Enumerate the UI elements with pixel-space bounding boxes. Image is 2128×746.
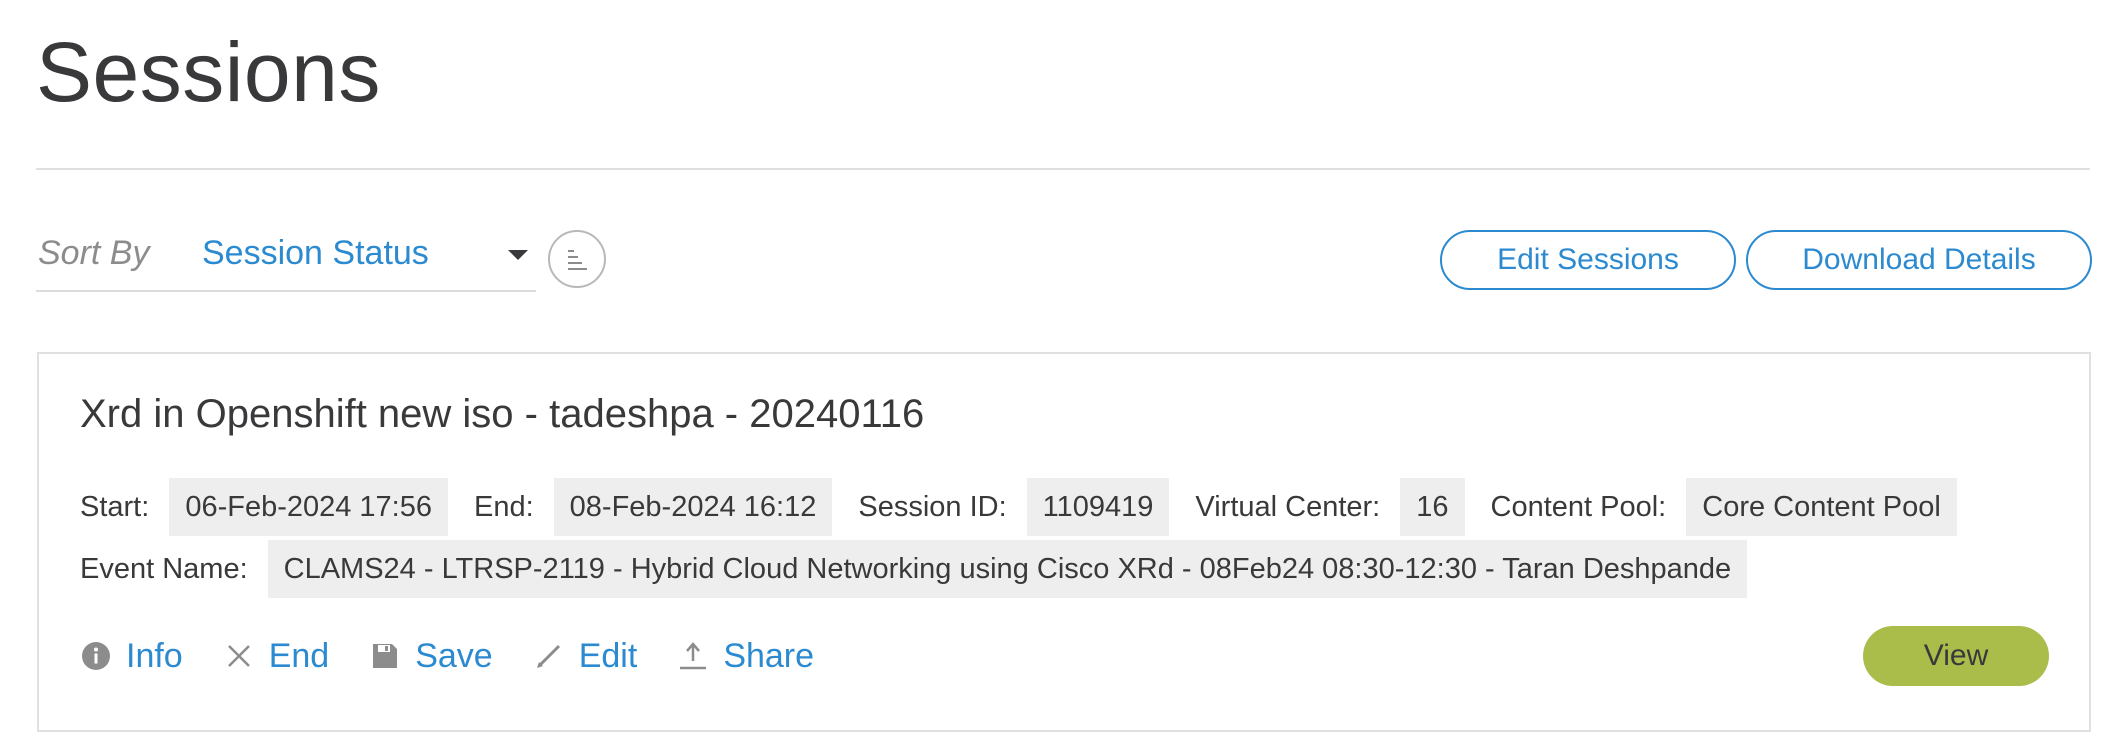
save-label: Save bbox=[415, 636, 493, 675]
sort-by-label: Sort By bbox=[38, 234, 150, 272]
share-label: Share bbox=[723, 636, 815, 675]
save-icon bbox=[369, 640, 401, 672]
sort-by-selected-value: Session Status bbox=[202, 234, 429, 272]
content-pool-label: Content Pool: bbox=[1490, 490, 1667, 523]
sessions-page: Sessions Sort By Session Status Edit Ses… bbox=[0, 0, 2128, 746]
info-label: Info bbox=[126, 636, 183, 675]
session-id-value: 1109419 bbox=[1026, 478, 1170, 536]
end-value: 08-Feb-2024 16:12 bbox=[553, 478, 833, 536]
session-actions: Info End Save Edit Share bbox=[80, 626, 854, 686]
sort-by-control: Sort By Session Status bbox=[36, 230, 536, 292]
event-name-row: Event Name: CLAMS24 - LTRSP-2119 - Hybri… bbox=[80, 540, 1773, 598]
edit-action[interactable]: Edit bbox=[533, 636, 638, 676]
save-action[interactable]: Save bbox=[369, 637, 493, 676]
event-name-label: Event Name: bbox=[80, 552, 248, 585]
edit-sessions-button[interactable]: Edit Sessions bbox=[1440, 230, 1736, 290]
info-action[interactable]: Info bbox=[80, 637, 183, 676]
edit-label: Edit bbox=[578, 636, 638, 675]
start-label: Start: bbox=[80, 490, 150, 523]
start-value: 06-Feb-2024 17:56 bbox=[169, 478, 448, 536]
end-label: End: bbox=[474, 490, 534, 523]
share-action[interactable]: Share bbox=[677, 637, 814, 676]
page-title: Sessions bbox=[36, 25, 381, 119]
upload-icon bbox=[677, 640, 709, 672]
info-icon bbox=[80, 640, 112, 672]
end-label: End bbox=[268, 636, 330, 675]
sort-by-select[interactable]: Session Status bbox=[202, 230, 536, 288]
session-details-row: Start: 06-Feb-2024 17:56 End: 08-Feb-202… bbox=[80, 478, 1983, 536]
session-card: Xrd in Openshift new iso - tadeshpa - 20… bbox=[37, 352, 2091, 732]
end-action[interactable]: End bbox=[223, 636, 330, 676]
sort-order-icon bbox=[568, 250, 587, 270]
view-button[interactable]: View bbox=[1863, 626, 2049, 686]
close-icon bbox=[223, 640, 255, 672]
content-pool-value: Core Content Pool bbox=[1686, 478, 1957, 536]
title-divider bbox=[36, 168, 2090, 170]
event-name-value: CLAMS24 - LTRSP-2119 - Hybrid Cloud Netw… bbox=[267, 540, 1748, 598]
download-details-button[interactable]: Download Details bbox=[1746, 230, 2092, 290]
virtual-center-value: 16 bbox=[1400, 478, 1465, 536]
pencil-icon bbox=[533, 640, 565, 672]
sort-order-button[interactable] bbox=[548, 230, 606, 288]
virtual-center-label: Virtual Center: bbox=[1195, 490, 1381, 523]
session-id-label: Session ID: bbox=[858, 490, 1007, 523]
chevron-down-icon bbox=[508, 250, 528, 260]
session-title: Xrd in Openshift new iso - tadeshpa - 20… bbox=[80, 392, 925, 436]
